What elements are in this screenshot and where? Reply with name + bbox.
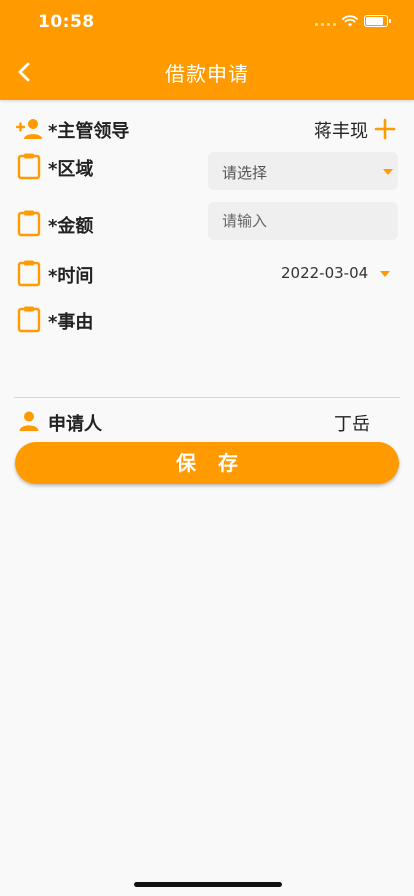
person-add-icon [14, 114, 44, 144]
time-label: *时间 [48, 266, 94, 287]
form-row-time: *时间 2022-03-04 [0, 258, 414, 288]
reason-textarea[interactable] [100, 304, 400, 384]
wifi-icon [342, 15, 358, 27]
status-icons [315, 15, 391, 27]
add-supervisor-icon[interactable] [374, 118, 396, 140]
caret-down-icon [380, 271, 390, 277]
app-header: 10:58 借款申请 [0, 0, 414, 100]
applicant-row: 申请人 丁岳 [0, 406, 414, 436]
reason-label: *事由 [48, 312, 94, 333]
person-icon [14, 406, 44, 436]
applicant-label: 申请人 [48, 414, 102, 435]
date-picker[interactable]: 2022-03-04 [280, 258, 400, 288]
date-value: 2022-03-04 [281, 264, 369, 282]
clipboard-icon [14, 258, 44, 288]
clipboard-icon [14, 151, 44, 181]
amount-field[interactable] [208, 202, 398, 240]
supervisor-label: *主管领导 [48, 121, 130, 142]
divider [14, 397, 400, 398]
page-title: 借款申请 [165, 62, 249, 86]
form-row-supervisor: *主管领导 蒋丰现 [0, 114, 414, 144]
form-row-region: *区域 请选择 [0, 150, 414, 192]
amount-input[interactable] [208, 202, 392, 240]
applicant-value: 丁岳 [334, 414, 370, 435]
amount-label: *金额 [48, 216, 94, 237]
clipboard-icon [14, 304, 44, 334]
region-select-value: 请选择 [222, 164, 268, 182]
supervisor-value[interactable]: 蒋丰现 [314, 117, 368, 143]
caret-down-icon [383, 169, 393, 175]
region-select[interactable]: 请选择 [208, 152, 398, 190]
battery-icon [364, 15, 391, 27]
region-label: *区域 [48, 159, 94, 180]
form-row-reason: *事由 [0, 304, 414, 384]
clipboard-icon [14, 208, 44, 238]
save-button[interactable]: 保存 [15, 442, 399, 484]
form-row-amount: *金额 [0, 202, 414, 242]
status-time: 10:58 [38, 12, 95, 32]
signal-icon [315, 16, 336, 26]
home-indicator[interactable] [134, 882, 282, 887]
